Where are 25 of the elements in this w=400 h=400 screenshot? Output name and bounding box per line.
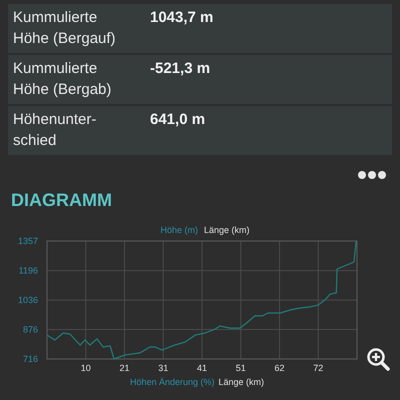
y-tick-label: 1036 [18, 295, 38, 306]
x-tick-label: 62 [274, 363, 284, 373]
section-heading: DIAGRAMM [10, 189, 113, 212]
more-icon[interactable] [358, 171, 386, 179]
x-tick-label: 31 [158, 363, 168, 373]
x-tick-label: 10 [80, 363, 91, 373]
stat-value: 1043,7 m [150, 8, 214, 28]
stat-label: Höhenunter-schied [13, 110, 98, 151]
x-axis-label: Länge (km) [204, 225, 250, 235]
y-tick-label: 1357 [18, 236, 38, 246]
stat-label: Kummulierte Höhe (Bergauf) [13, 8, 117, 49]
y-tick-label: 876 [22, 324, 38, 335]
y-tick-label: 1196 [18, 266, 38, 276]
stat-label: Kummulierte Höhe (Bergab) [13, 59, 112, 100]
stat-value: -521,3 m [150, 59, 210, 79]
legend-label: Höhe (m) [160, 225, 198, 235]
x-tick-label: 51 [236, 363, 246, 373]
x-tick-label: 41 [197, 363, 207, 373]
x-tick-label: 21 [120, 363, 130, 373]
y-axis-label: Höhen Änderung (%) [130, 377, 215, 387]
y-tick-label: 716 [22, 354, 38, 364]
zoom-in-icon[interactable] [367, 348, 390, 371]
x-tick-label: 72 [313, 363, 324, 373]
x-axis-label: Länge (km) [218, 377, 264, 387]
stat-value: 641,0 m [150, 110, 206, 130]
